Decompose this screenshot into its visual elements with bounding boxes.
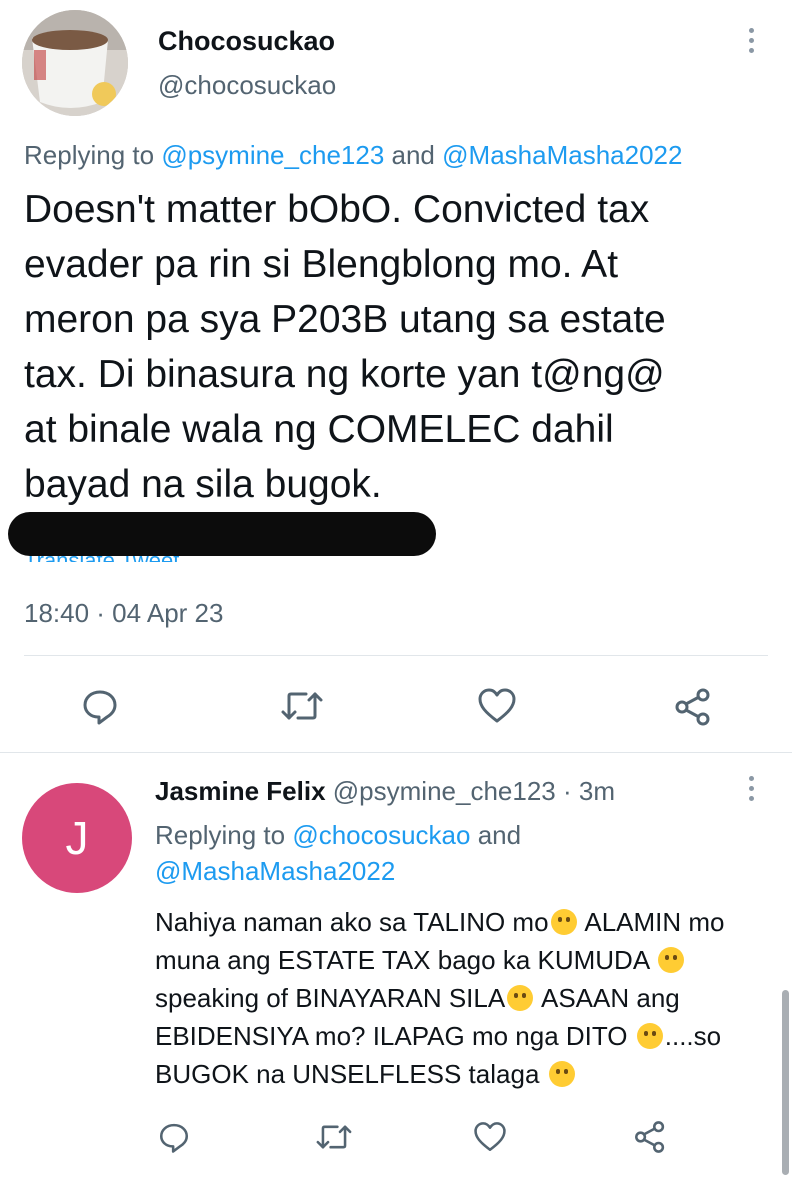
timestamp[interactable]: 18:40 · 04 Apr 23 <box>24 598 223 629</box>
tweet-text: Doesn't matter bObO. Convicted tax evade… <box>24 188 666 506</box>
reply-text-part: speaking of BINAYARAN SILA <box>155 983 506 1013</box>
more-options-icon[interactable] <box>748 776 754 801</box>
reply-icon[interactable] <box>157 1120 191 1159</box>
share-icon[interactable] <box>632 1119 668 1160</box>
like-icon[interactable] <box>476 686 518 731</box>
like-icon[interactable] <box>472 1120 508 1159</box>
zany-face-emoji <box>657 947 684 973</box>
avatar[interactable] <box>22 10 128 116</box>
mention-link[interactable]: @MashaMasha2022 <box>442 140 682 170</box>
time-ago[interactable]: · 3m <box>563 776 615 806</box>
user-handle[interactable]: @chocosuckao <box>158 70 336 101</box>
display-name[interactable]: Jasmine Felix <box>155 776 326 806</box>
reply-header: Jasmine Felix @psymine_che123 · 3m <box>155 776 615 807</box>
scrollbar[interactable] <box>782 990 789 1175</box>
replying-to-and: and <box>391 140 435 170</box>
replying-to-label: Replying to <box>24 140 155 170</box>
reply-text: Nahiya naman ako sa TALINO mo ALAMIN mo … <box>155 903 765 1093</box>
hand-over-mouth-emoji <box>507 985 534 1011</box>
mention-link[interactable]: @chocosuckao <box>292 820 470 850</box>
divider <box>0 752 792 753</box>
user-handle[interactable]: @psymine_che123 <box>333 776 556 806</box>
redaction-mark <box>8 512 436 556</box>
replying-to: Replying to @chocosuckao and @MashaMasha… <box>155 817 585 889</box>
retweet-icon[interactable] <box>315 1120 353 1159</box>
more-options-icon[interactable] <box>748 28 754 53</box>
display-name[interactable]: Chocosuckao <box>158 26 335 57</box>
rolling-laughing-emoji <box>550 909 577 935</box>
replying-to-and: and <box>477 820 522 850</box>
divider <box>24 655 768 656</box>
replying-to: Replying to @psymine_che123 and @MashaMa… <box>24 140 682 171</box>
retweet-icon[interactable] <box>280 686 324 731</box>
mention-link[interactable]: @MashaMasha2022 <box>155 856 395 886</box>
avatar-letter: J <box>65 812 89 864</box>
share-icon[interactable] <box>672 686 714 733</box>
avatar-image <box>22 10 128 116</box>
zany-face-emoji <box>636 1023 663 1049</box>
reply-icon[interactable] <box>80 686 120 731</box>
mention-link[interactable]: @psymine_che123 <box>161 140 384 170</box>
squinting-tongue-emoji <box>548 1061 575 1087</box>
avatar[interactable]: J <box>22 783 132 893</box>
replying-to-label: Replying to <box>155 820 286 850</box>
reply-text-part: Nahiya naman ako sa TALINO mo <box>155 907 549 937</box>
